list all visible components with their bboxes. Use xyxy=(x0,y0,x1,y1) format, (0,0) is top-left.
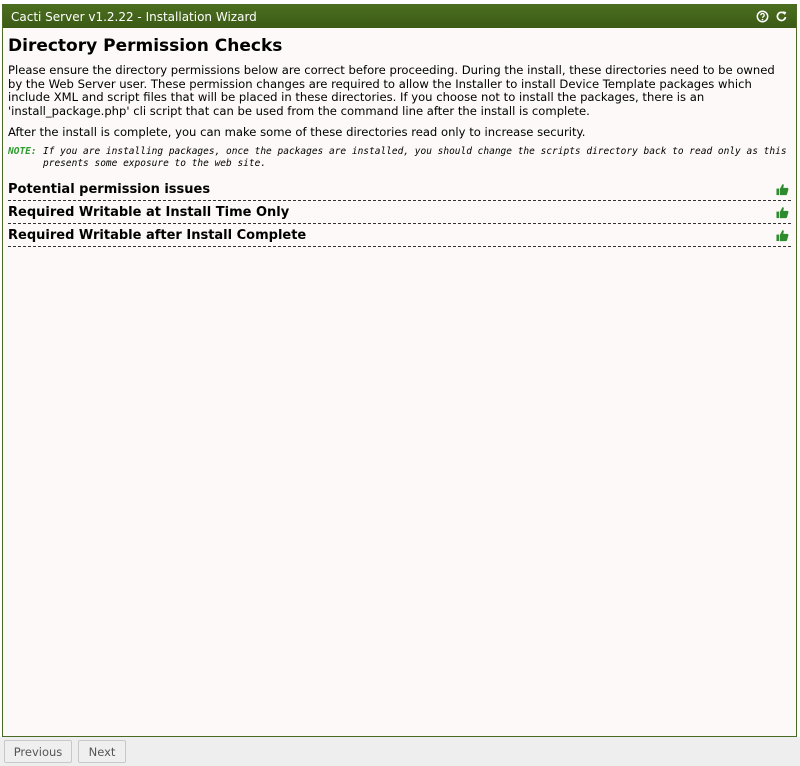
wizard-content: Directory Permission Checks Please ensur… xyxy=(3,28,796,247)
section-title: Required Writable after Install Complete xyxy=(8,228,307,243)
thumbs-up-icon xyxy=(776,207,789,219)
note-label: NOTE: xyxy=(8,145,37,157)
after-install-text: After the install is complete, you can m… xyxy=(8,125,586,139)
thumbs-up-icon xyxy=(776,184,789,196)
window-title: Cacti Server v1.2.22 - Installation Wiza… xyxy=(11,9,257,24)
installation-wizard-window: Cacti Server v1.2.22 - Installation Wiza… xyxy=(2,4,797,737)
title-bar: Cacti Server v1.2.22 - Installation Wiza… xyxy=(3,5,796,28)
section-title: Potential permission issues xyxy=(8,182,211,197)
help-circle-icon[interactable] xyxy=(756,10,769,23)
next-button[interactable]: Next xyxy=(78,740,126,763)
previous-button[interactable]: Previous xyxy=(4,740,72,763)
permissions-description: Please ensure the directory permissions … xyxy=(8,63,775,118)
note-text: If you are installing packages, once the… xyxy=(43,145,787,169)
section-potential-permission-issues[interactable]: Potential permission issues xyxy=(8,178,791,201)
section-writable-after-install[interactable]: Required Writable after Install Complete xyxy=(8,224,791,247)
note-block: NOTE: If you are installing packages, on… xyxy=(8,146,791,170)
refresh-icon[interactable] xyxy=(775,10,788,23)
section-title: Required Writable at Install Time Only xyxy=(8,205,290,220)
wizard-footer: Previous Next xyxy=(0,737,800,766)
section-writable-install-time[interactable]: Required Writable at Install Time Only xyxy=(8,201,791,224)
thumbs-up-icon xyxy=(776,230,789,242)
page-title: Directory Permission Checks xyxy=(8,36,283,56)
